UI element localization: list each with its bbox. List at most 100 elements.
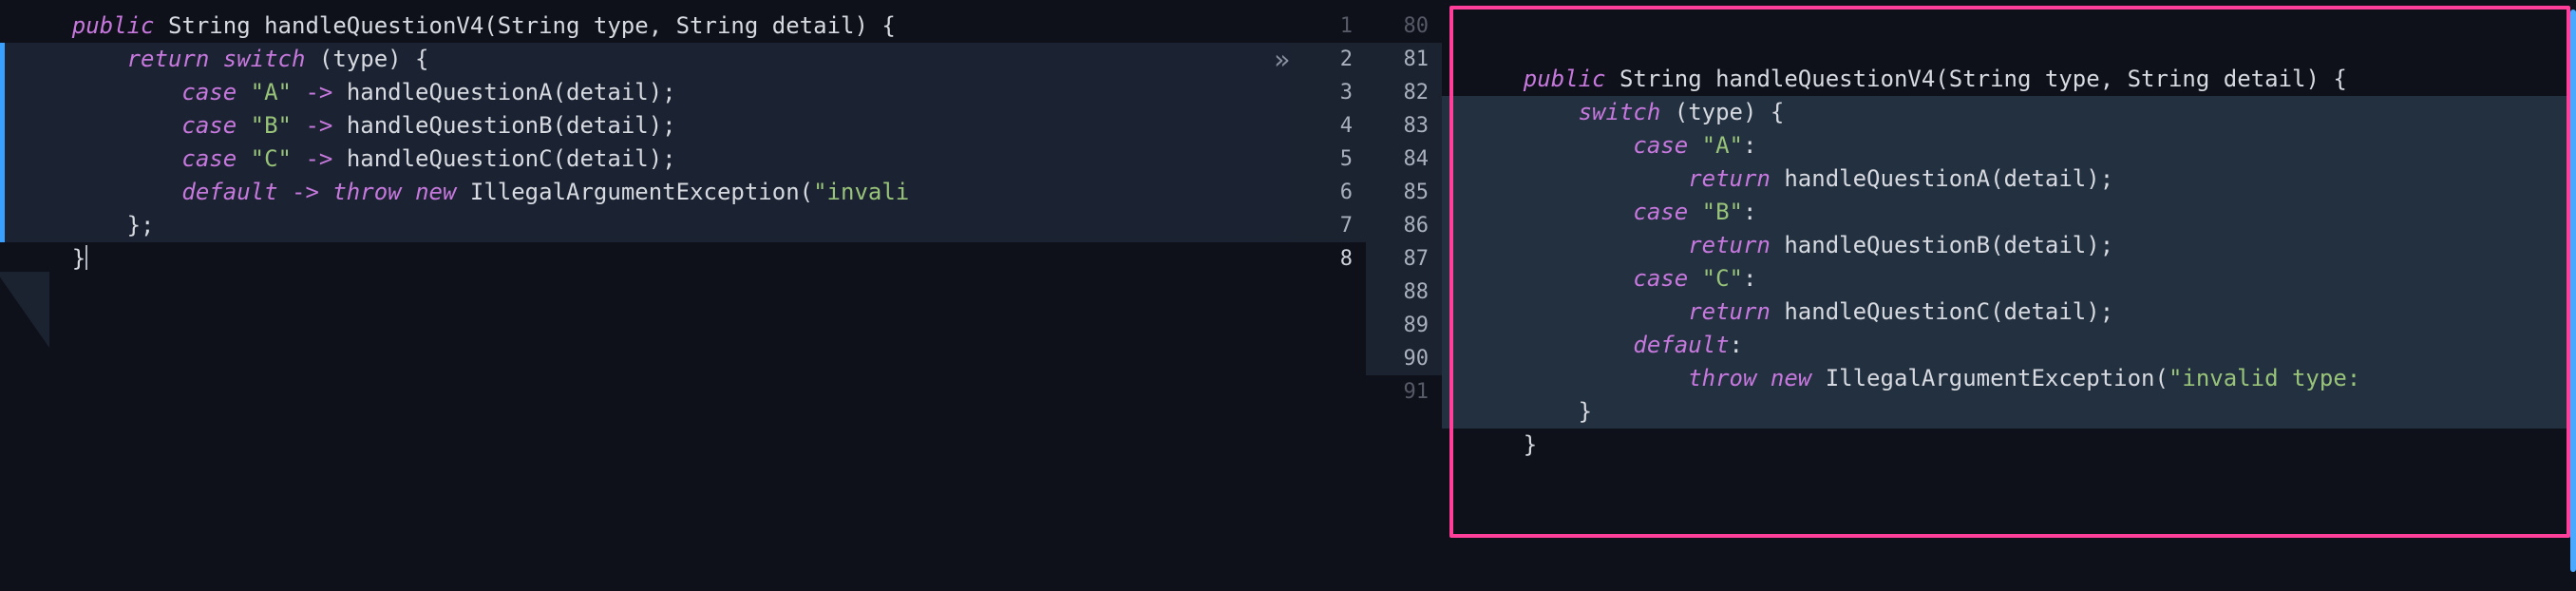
left-code-pane[interactable]: public String handleQuestionV4(String ty… [0,0,1290,591]
code-token [17,145,181,172]
code-line[interactable]: public String handleQuestionV4(String ty… [1442,63,2576,96]
code-token: type [1688,99,1743,125]
line-number: 82 [1366,76,1442,109]
code-token [1468,199,1633,225]
code-token [1468,99,1579,125]
code-token: "invali [813,179,909,205]
line-number: 91 [1366,375,1442,409]
code-line[interactable]: case "B" -> handleQuestionB(detail); [0,109,1290,143]
code-token: } [1468,398,1592,425]
code-token [1702,66,1715,92]
code-token: handleQuestionB [1784,232,1990,258]
code-token [332,145,346,172]
code-token [17,179,181,205]
code-token [1606,66,1619,92]
code-token: switch [1579,99,1661,125]
line-number: 89 [1366,309,1442,342]
code-token [579,12,593,39]
code-token: case [1633,132,1688,159]
code-line[interactable]: case "C": [1442,262,2576,296]
code-token: type [594,12,649,39]
code-token: public [1524,66,1606,92]
code-token: ); [649,112,676,139]
code-line[interactable]: default -> throw new IllegalArgumentExce… [0,176,1290,209]
code-line[interactable]: return handleQuestionA(detail); [1442,162,2576,196]
code-token [292,145,305,172]
code-line[interactable]: public String handleQuestionV4(String ty… [0,10,1290,43]
code-token: ( [483,12,497,39]
code-token [1688,265,1701,292]
code-token: ); [649,145,676,172]
code-token: : [1743,199,1756,225]
code-line[interactable]: return handleQuestionC(detail); [1442,296,2576,329]
code-token: , [2100,66,2128,92]
code-token: String [676,12,759,39]
code-token: default [1633,332,1729,358]
code-line[interactable]: } [1442,429,2576,462]
code-token: handleQuestionA [347,79,553,105]
code-token: detail [566,112,649,139]
code-token: ( [553,79,566,105]
code-line[interactable]: }; [0,209,1290,242]
code-token: detail [2224,66,2306,92]
code-token: : [1730,332,1743,358]
code-token: detail [2004,298,2087,325]
code-token: IllegalArgumentException [470,179,800,205]
code-token: "invalid type: [2169,365,2360,391]
code-line[interactable]: } [0,242,1290,276]
code-token: type [332,46,388,72]
code-line[interactable]: default: [1442,329,2576,362]
code-token [1468,232,1688,258]
code-line[interactable]: switch (type) { [1442,96,2576,129]
code-token: ( [1660,99,1688,125]
code-token [237,145,250,172]
code-token [1468,132,1633,159]
code-token [1468,265,1633,292]
code-token [1771,232,1784,258]
code-token: ( [2154,365,2168,391]
code-token: case [1633,265,1688,292]
line-number: 90 [1366,342,1442,375]
code-token [1811,365,1825,391]
code-token: detail [772,12,855,39]
right-code-pane[interactable]: public String handleQuestionV4(String ty… [1442,0,2576,591]
code-line[interactable]: case "A": [1442,129,2576,162]
code-line[interactable]: return switch (type) {» [0,43,1290,76]
code-line[interactable]: case "A" -> handleQuestionA(detail); [0,76,1290,109]
code-token [1468,365,1688,391]
code-line[interactable]: throw new IllegalArgumentException("inva… [1442,362,2576,395]
code-token [1468,332,1633,358]
line-number: 6 [1290,176,1366,209]
line-number: 3 [1290,76,1366,109]
code-token: return [1688,298,1771,325]
code-line[interactable]: case "C" -> handleQuestionC(detail); [0,143,1290,176]
code-token: detail [566,145,649,172]
code-line[interactable]: case "B": [1442,196,2576,229]
line-number: 81 [1366,43,1442,76]
code-token: ); [2086,165,2113,192]
code-line[interactable]: } [1442,395,2576,429]
code-token: ( [1935,66,1948,92]
code-token [2209,66,2223,92]
code-token [758,12,771,39]
code-token: handleQuestionB [347,112,553,139]
code-token: detail [2004,165,2087,192]
text-cursor [85,245,87,270]
diff-alignment-connector [0,272,49,348]
code-token: handleQuestionA [1784,165,1990,192]
code-token: handleQuestionV4 [264,12,483,39]
code-token: -> [305,145,332,172]
code-token [17,12,72,39]
line-number: 8 [1290,242,1366,276]
code-line[interactable]: return handleQuestionB(detail); [1442,229,2576,262]
code-token: ( [305,46,332,72]
code-token [1756,365,1770,391]
line-number: 7 [1290,209,1366,242]
code-token [209,46,222,72]
code-token [1468,165,1688,192]
code-token: : [1743,132,1756,159]
line-number: 85 [1366,176,1442,209]
line-number: 2 [1290,43,1366,76]
code-token: "A" [1702,132,1743,159]
left-line-gutter: 12345678 [1290,0,1366,591]
